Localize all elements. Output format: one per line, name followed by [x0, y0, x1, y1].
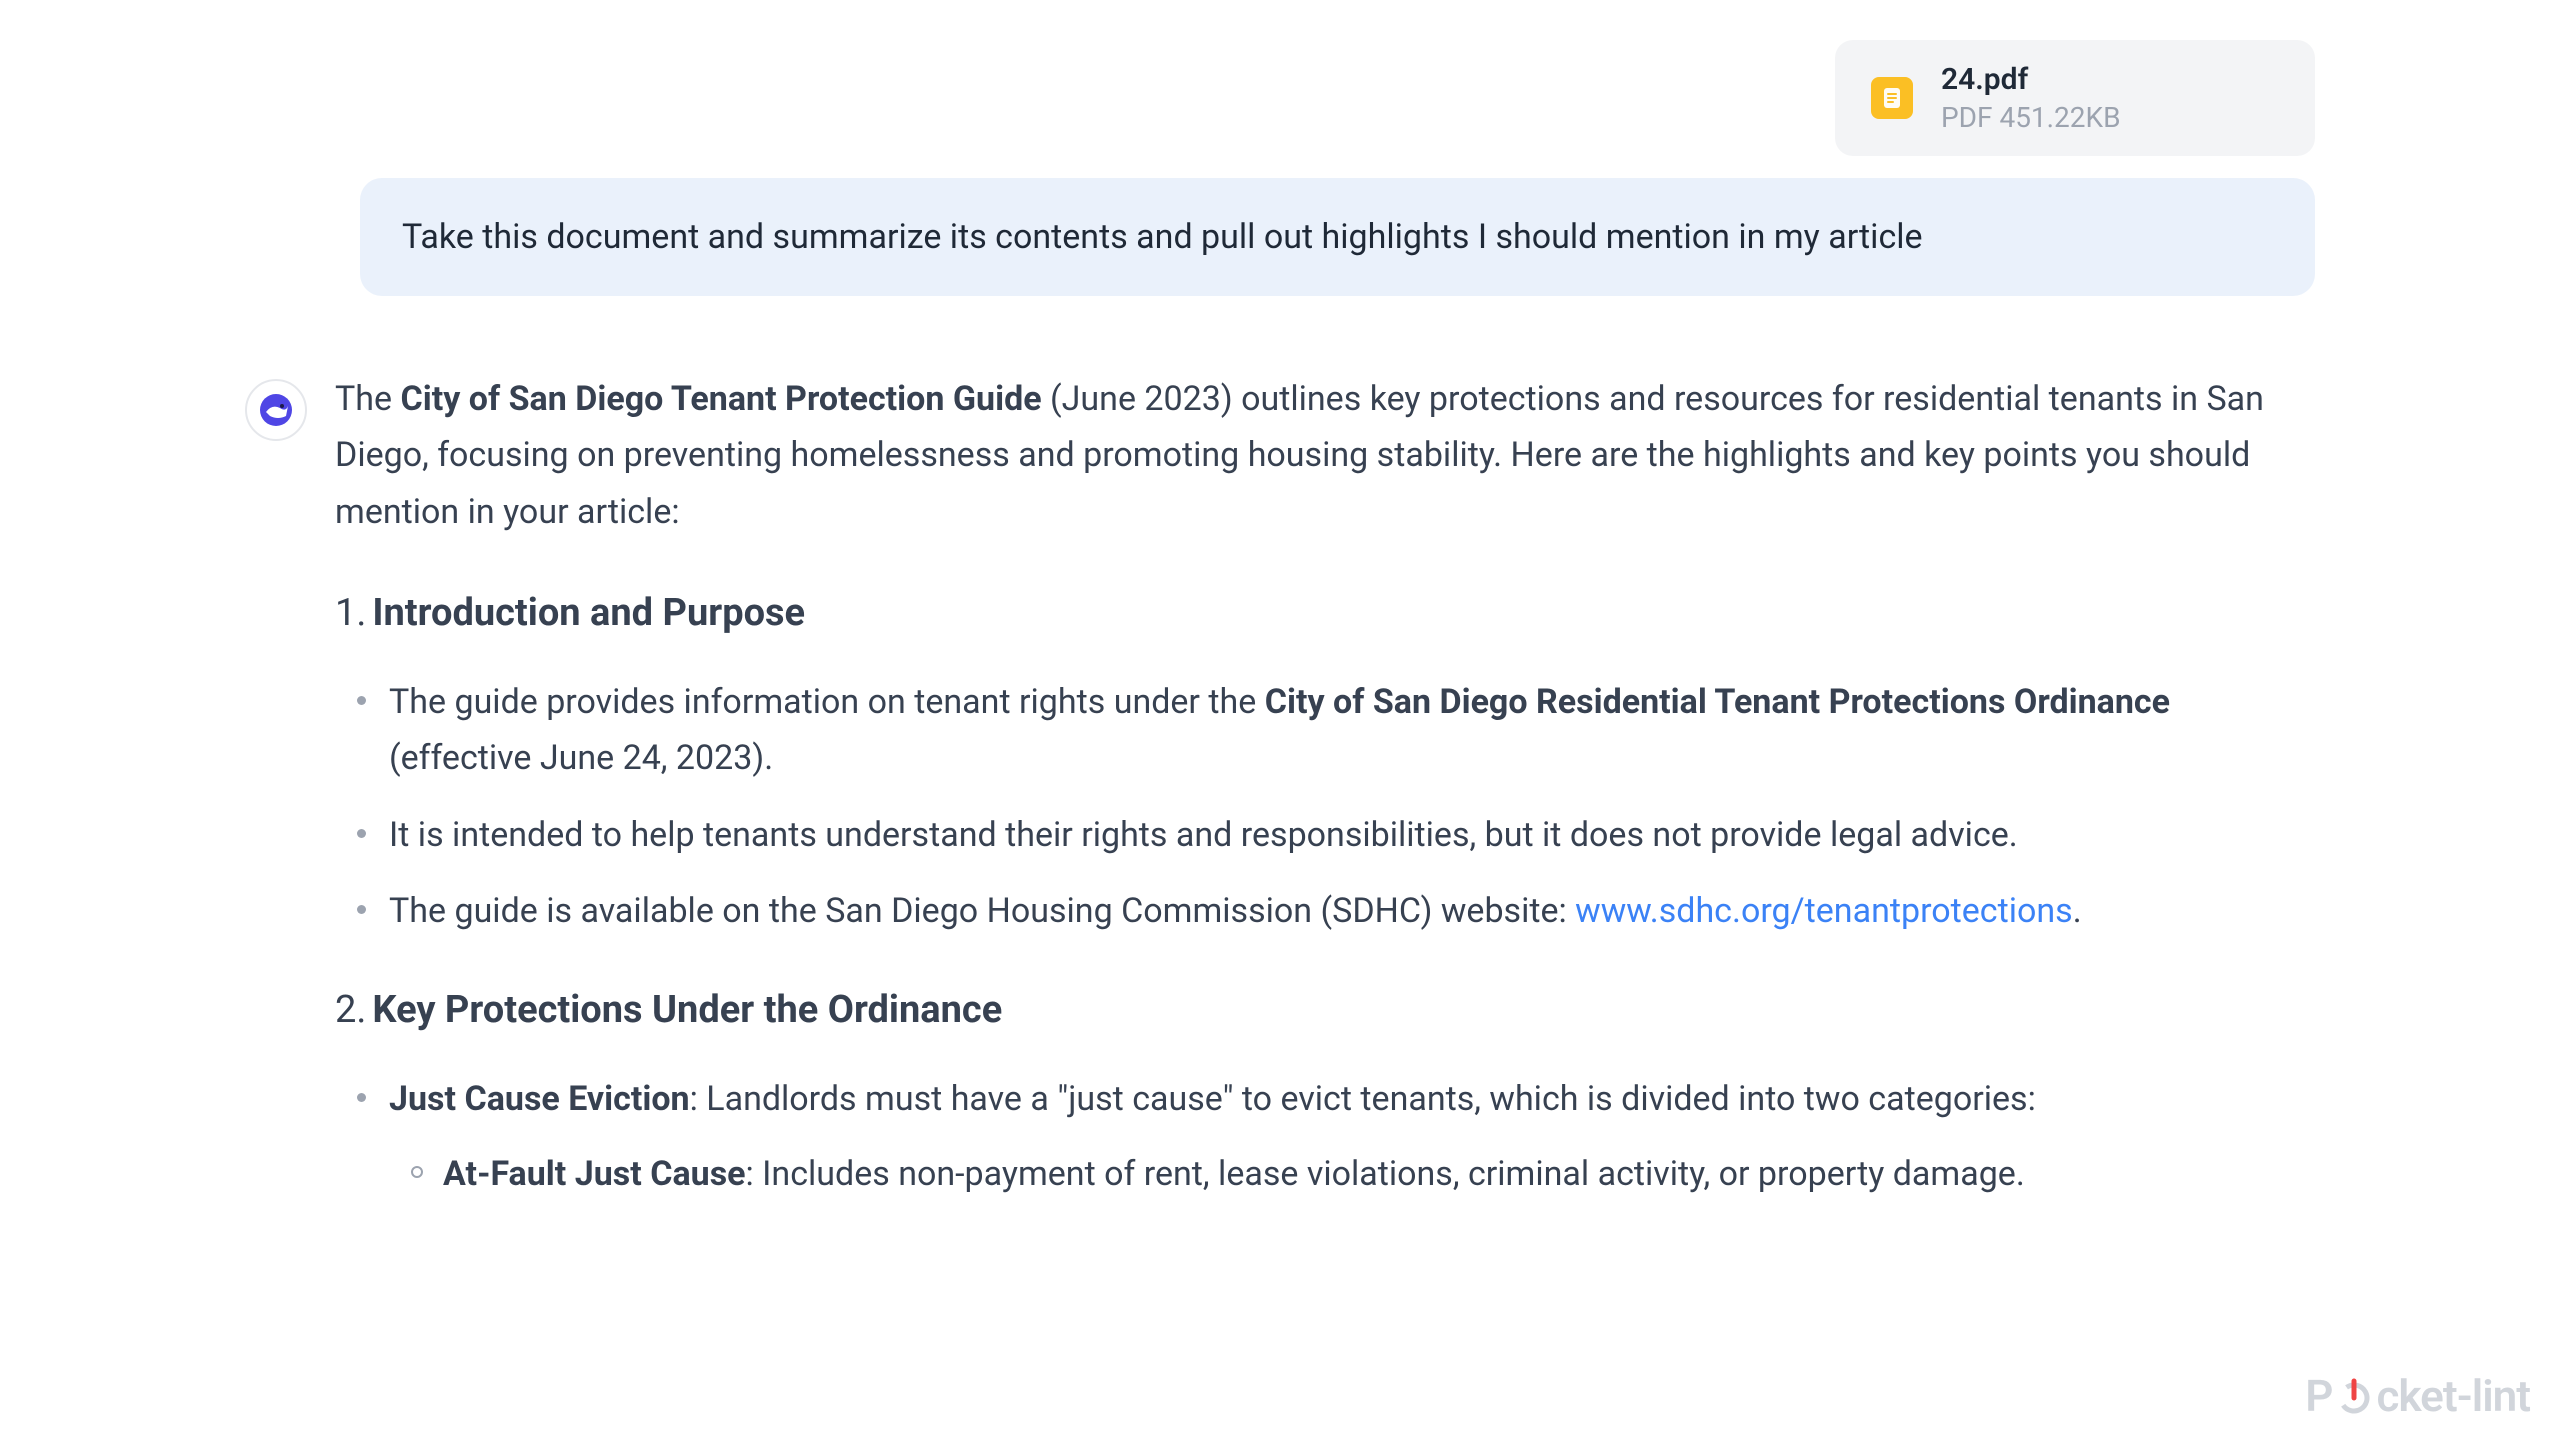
intro-paragraph: The City of San Diego Tenant Protection … — [335, 371, 2315, 539]
assistant-avatar — [245, 379, 307, 441]
user-message: Take this document and summarize its con… — [360, 178, 2315, 296]
file-meta: PDF 451.22KB — [1941, 101, 2121, 134]
section-1-heading: 1.Introduction and Purpose — [335, 582, 2315, 645]
section-1-list: The guide provides information on tenant… — [335, 674, 2315, 938]
sdhc-link[interactable]: www.sdhc.org/tenantprotections — [1575, 891, 2073, 931]
list-item: It is intended to help tenants understan… — [335, 807, 2315, 863]
nested-list: At-Fault Just Cause: Includes non-paymen… — [389, 1146, 2315, 1202]
section-2-heading: 2.Key Protections Under the Ordinance — [335, 979, 2315, 1042]
watermark: P cket-lint — [2305, 1370, 2530, 1422]
assistant-response: The City of San Diego Tenant Protection … — [245, 371, 2315, 1241]
file-name: 24.pdf — [1941, 62, 2121, 97]
chat-container: 24.pdf PDF 451.22KB Take this document a… — [245, 0, 2315, 1242]
response-body: The City of San Diego Tenant Protection … — [335, 371, 2315, 1241]
document-icon — [1871, 77, 1913, 119]
user-message-text: Take this document and summarize its con… — [402, 217, 1923, 257]
list-item: The guide is available on the San Diego … — [335, 883, 2315, 939]
section-2-list: Just Cause Eviction: Landlords must have… — [335, 1071, 2315, 1201]
list-item: At-Fault Just Cause: Includes non-paymen… — [389, 1146, 2315, 1202]
power-icon — [2334, 1376, 2374, 1416]
file-info: 24.pdf PDF 451.22KB — [1941, 62, 2121, 134]
list-item: The guide provides information on tenant… — [335, 674, 2315, 786]
file-attachment[interactable]: 24.pdf PDF 451.22KB — [1835, 40, 2315, 156]
intro-bold: City of San Diego Tenant Protection Guid… — [400, 379, 1041, 419]
list-item: Just Cause Eviction: Landlords must have… — [335, 1071, 2315, 1201]
